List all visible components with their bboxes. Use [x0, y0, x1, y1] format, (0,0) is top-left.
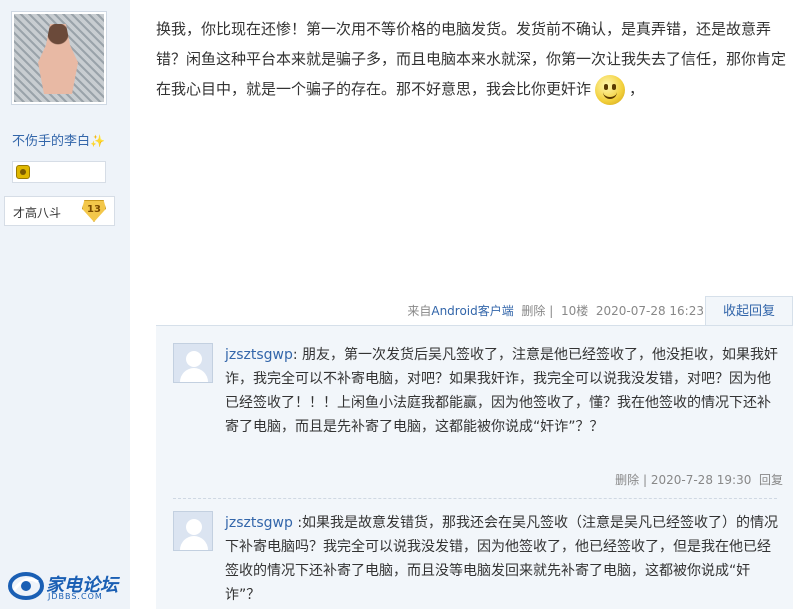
reply-avatar[interactable] [173, 511, 213, 551]
username-link[interactable]: 不伤手的李白✨ [12, 130, 105, 149]
client-link[interactable]: Android客户端 [431, 304, 513, 318]
reply-list: jzsztsgwp: 朋友，第一次发货后吴凡签收了，注意是他已经签收了，他没拒收… [156, 325, 793, 609]
post-text-tail: ， [629, 80, 645, 98]
reply-button[interactable]: 回复 [759, 473, 783, 487]
smiley-emoji-icon [595, 74, 626, 105]
reply-text: jzsztsgwp :如果我是故意发错货，那我还会在吴凡签收（注意是吴凡已经签收… [225, 511, 780, 607]
avatar-figure [38, 24, 78, 94]
post-text: 换我，你比现在还惨！第一次用不等价格的电脑发货。发货前不确认，是真弄错，还是故意… [156, 20, 787, 98]
reply-footer: 删除 | 2020-7-28 19:30 回复 [615, 471, 783, 488]
user-avatar[interactable] [11, 11, 107, 105]
level-shield-icon: 13 [82, 200, 106, 222]
site-logo: 家电论坛 JDBBS.COM [8, 568, 134, 604]
reply-username[interactable]: jzsztsgwp [225, 515, 293, 531]
user-level[interactable]: 才高八斗 13 [4, 196, 115, 226]
medal-icon[interactable] [16, 165, 30, 179]
level-label: 才高八斗 [13, 206, 62, 220]
badge-box [12, 161, 106, 183]
reply-text: jzsztsgwp: 朋友，第一次发货后吴凡签收了，注意是他已经签收了，他没拒收… [225, 343, 780, 439]
collapse-reply-button[interactable]: 收起回复 [705, 296, 793, 326]
meta-separator: | [549, 304, 554, 318]
reply-separator: | [642, 473, 648, 487]
username-text[interactable]: 不伤手的李白 [12, 134, 90, 149]
logo-subtext: JDBBS.COM [48, 592, 103, 601]
post-meta: 来自Android客户端 删除 | 10楼 2020-07-28 16:23 [407, 302, 704, 319]
user-sidebar: 不伤手的李白✨ 才高八斗 13 家电论坛 JDBBS.COM [0, 0, 130, 609]
reply-avatar[interactable] [173, 343, 213, 383]
reply-divider [173, 498, 777, 499]
reply-content: : 朋友，第一次发货后吴凡签收了，注意是他已经签收了，他没拒收，如果我奸诈，我完… [225, 347, 779, 435]
post-time: 2020-07-28 16:23 [595, 304, 704, 318]
sparkle-icon: ✨ [90, 134, 105, 148]
reply-content: :如果我是故意发错货，那我还会在吴凡签收（注意是吴凡已经签收了）的情况下补寄电脑… [225, 515, 779, 603]
floor-number: 10楼 [560, 304, 589, 318]
reply-time: 2020-7-28 19:30 [650, 473, 752, 487]
from-prefix: 来自 [407, 304, 432, 318]
avatar-image [14, 14, 104, 102]
delete-link[interactable]: 删除 [521, 304, 545, 318]
reply-username[interactable]: jzsztsgwp [225, 347, 293, 363]
logo-swoosh-icon [8, 572, 44, 600]
post-content: 换我，你比现在还惨！第一次用不等价格的电脑发货。发货前不确认，是真弄错，还是故意… [156, 14, 786, 105]
reply-delete-link[interactable]: 删除 [615, 473, 639, 487]
